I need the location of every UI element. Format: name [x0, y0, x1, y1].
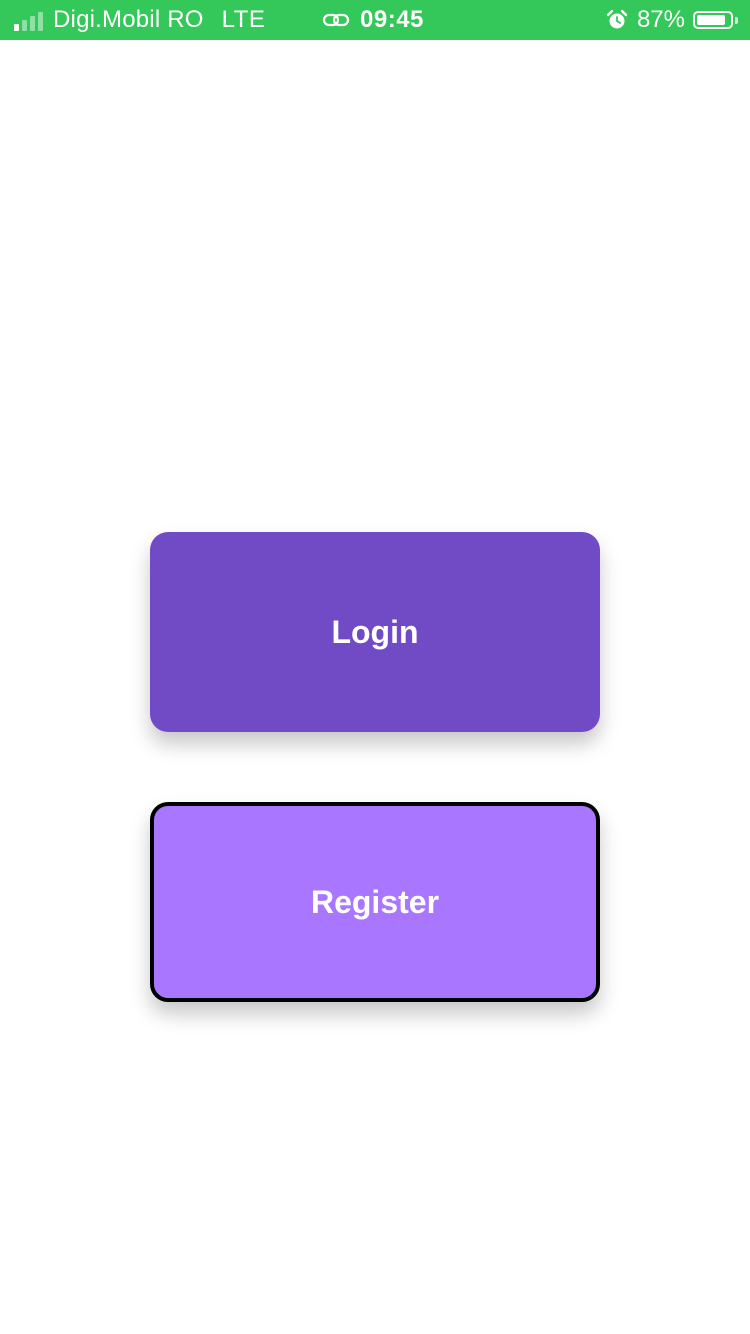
status-bar-right: 87%: [606, 0, 738, 40]
network-type: LTE: [221, 6, 266, 33]
battery-percentage: 87%: [636, 6, 685, 33]
signal-icon: [14, 9, 43, 31]
battery-level: [697, 15, 725, 25]
register-button-label: Register: [310, 883, 440, 920]
battery-icon: [693, 11, 733, 29]
app-screen: Digi.Mobil RO LTE 09:45 87% Login Regist…: [0, 0, 750, 1334]
battery-tip: [735, 16, 738, 24]
status-time: 09:45: [360, 6, 424, 33]
status-bar-center: 09:45: [322, 0, 424, 40]
register-button[interactable]: Register: [150, 802, 600, 1002]
alarm-icon: [606, 9, 628, 29]
status-bar-left: Digi.Mobil RO LTE: [14, 0, 265, 40]
status-bar: Digi.Mobil RO LTE 09:45 87%: [0, 0, 750, 40]
login-button[interactable]: Login: [150, 532, 600, 732]
login-button-label: Login: [331, 613, 419, 650]
link-icon: [322, 13, 350, 27]
carrier-name: Digi.Mobil RO: [53, 6, 204, 33]
